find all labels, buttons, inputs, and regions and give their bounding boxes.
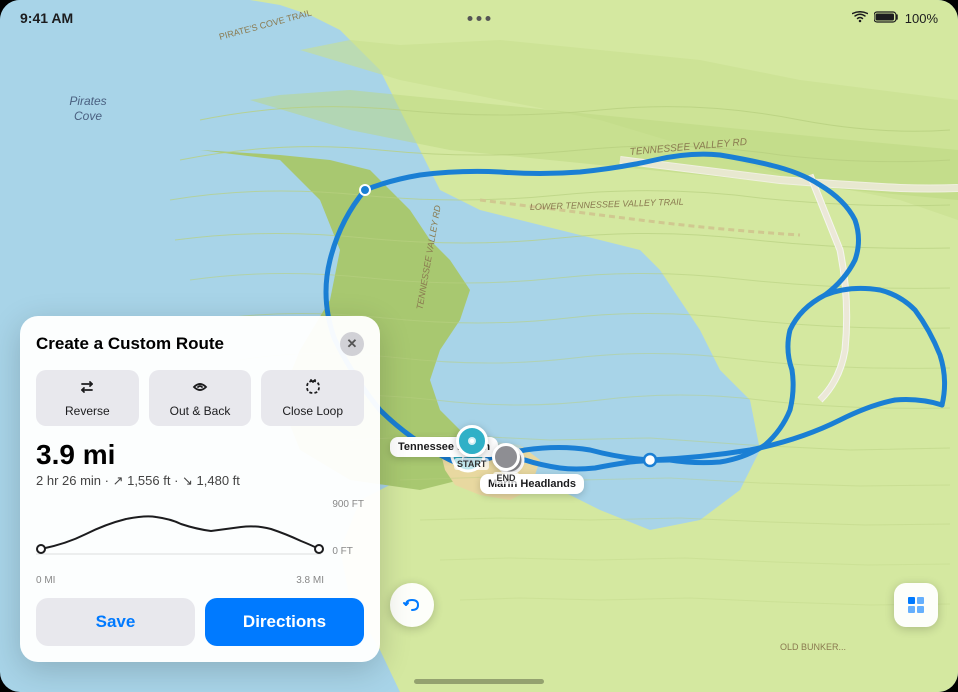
close-loop-label: Close Loop xyxy=(282,404,343,418)
layers-button[interactable] xyxy=(894,583,938,627)
undo-button[interactable] xyxy=(390,583,434,627)
close-button[interactable]: ✕ xyxy=(340,332,364,356)
start-label: START xyxy=(454,458,489,470)
save-button[interactable]: Save xyxy=(36,598,195,646)
stats-section: 3.9 mi 2 hr 26 min · ↗ 1,556 ft · ↘ 1,48… xyxy=(36,440,364,489)
chart-x-labels: 0 MI 3.8 MI xyxy=(36,575,364,586)
chart-x-start: 0 MI xyxy=(36,575,55,586)
svg-text:OLD BUNKER...: OLD BUNKER... xyxy=(780,642,846,652)
stats-details: 2 hr 26 min · ↗ 1,556 ft · ↘ 1,480 ft xyxy=(36,473,364,489)
panel-header: Create a Custom Route ✕ xyxy=(36,332,364,356)
close-loop-button[interactable]: Close Loop xyxy=(261,370,364,426)
chart-x-end: 3.8 MI xyxy=(296,575,324,586)
reverse-icon xyxy=(78,378,96,401)
panel-title: Create a Custom Route xyxy=(36,334,224,354)
svg-text:Pirates: Pirates xyxy=(69,94,106,108)
directions-button[interactable]: Directions xyxy=(205,598,364,646)
battery-percent: 100% xyxy=(905,11,938,26)
start-pin: START xyxy=(454,425,489,470)
wifi-icon xyxy=(852,11,868,26)
screen: 🌊 TENNESSEE VALLEY RD LOWER TENNESSEE VA… xyxy=(0,0,958,692)
out-back-button[interactable]: Out & Back xyxy=(149,370,252,426)
elevation-bottom-label: 0 FT xyxy=(332,546,364,557)
end-label: END xyxy=(493,472,518,484)
status-time: 9:41 AM xyxy=(20,10,73,26)
reverse-label: Reverse xyxy=(65,404,110,418)
elevation-top-label: 900 FT xyxy=(332,499,364,510)
svg-text:Cove: Cove xyxy=(74,109,102,123)
status-bar: 9:41 AM 100% xyxy=(0,0,958,36)
battery-icon xyxy=(874,11,899,26)
bottom-buttons: Save Directions xyxy=(36,598,364,646)
distance-value: 3.9 mi xyxy=(36,440,364,471)
elevation-chart: 900 FT 0 FT xyxy=(36,499,364,569)
out-back-label: Out & Back xyxy=(170,404,231,418)
route-panel: Create a Custom Route ✕ Reverse xyxy=(20,316,380,662)
action-buttons: Reverse Out & Back Close xyxy=(36,370,364,426)
end-pin: END xyxy=(492,443,520,484)
reverse-button[interactable]: Reverse xyxy=(36,370,139,426)
out-back-icon xyxy=(191,378,209,401)
status-icons: 100% xyxy=(852,11,938,26)
close-loop-icon xyxy=(304,378,322,401)
top-center-dots xyxy=(468,16,491,21)
home-indicator xyxy=(414,679,544,684)
